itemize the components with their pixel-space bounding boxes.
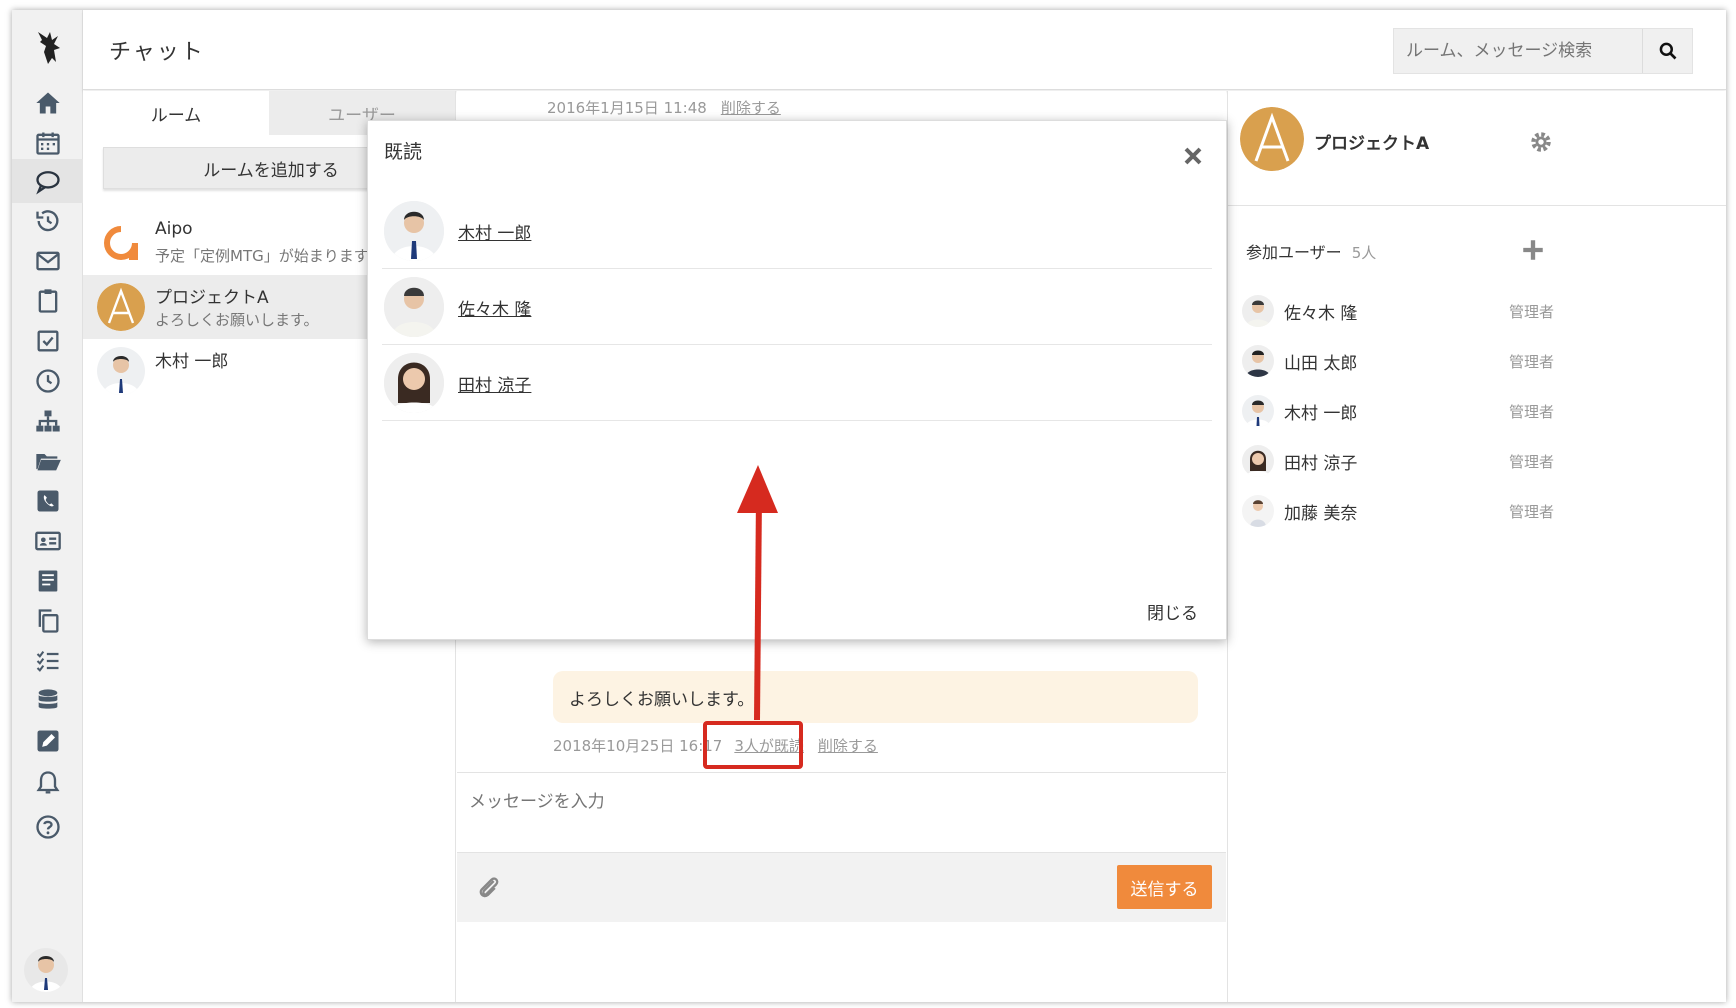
delete-link[interactable]: 削除する — [721, 99, 781, 117]
room-preview: よろしくお願いします。 — [155, 311, 319, 329]
kimura-avatar — [97, 347, 145, 395]
participant-name: 加藤 美奈 — [1284, 504, 1358, 524]
help-icon[interactable] — [30, 812, 66, 842]
participant-row[interactable]: 加藤 美奈 管理者 — [1228, 489, 1568, 539]
participants-heading: 参加ユーザー 5人 — [1246, 239, 1376, 263]
user-avatar — [1242, 295, 1274, 327]
checkbox-icon[interactable] — [30, 326, 66, 356]
participant-role: 管理者 — [1508, 403, 1554, 421]
participants-title: 参加ユーザー — [1246, 243, 1342, 262]
gear-icon[interactable] — [1528, 129, 1554, 155]
bell-icon[interactable] — [30, 768, 66, 798]
reader-row: 佐々木 隆 — [382, 271, 1212, 345]
app-logo[interactable] — [30, 28, 64, 68]
participant-role: 管理者 — [1508, 453, 1554, 471]
participant-name: 山田 太郎 — [1284, 354, 1358, 374]
message-bubble: よろしくお願いします。 — [553, 671, 1198, 723]
clock-icon[interactable] — [30, 366, 66, 396]
icon-rail — [12, 10, 83, 1002]
participant-name: 佐々木 隆 — [1284, 304, 1358, 324]
annotation-highlight-box — [703, 721, 803, 769]
participant-role: 管理者 — [1508, 503, 1554, 521]
search-icon — [1659, 42, 1676, 60]
participant-row[interactable]: 木村 一郎 管理者 — [1228, 389, 1568, 439]
search-input[interactable] — [1394, 29, 1642, 73]
copy-icon[interactable] — [30, 606, 66, 636]
attach-icon[interactable] — [475, 873, 503, 903]
read-receipts-modal: 既読 木村 一郎 佐々木 隆 田村 涼子 閉じる — [367, 120, 1227, 640]
earlier-message-meta: 2016年1月15日 11:48 削除する — [547, 97, 781, 118]
room-name: 木村 一郎 — [155, 352, 229, 372]
database-icon[interactable] — [30, 686, 66, 716]
aipo-logo-icon — [97, 219, 145, 267]
add-participant-icon[interactable] — [1520, 237, 1546, 263]
clipboard-icon[interactable] — [30, 286, 66, 316]
id-card-icon[interactable] — [30, 526, 66, 556]
app-window: チャット ルーム ユーザー ルームを追加する Aipo 予定「定例MTG」が始ま… — [12, 10, 1726, 1002]
notebook-icon[interactable] — [30, 566, 66, 596]
message-input[interactable] — [457, 773, 1157, 833]
message-composer — [457, 772, 1226, 852]
participant-row[interactable]: 佐々木 隆 管理者 — [1228, 289, 1568, 339]
chat-icon[interactable] — [12, 159, 83, 203]
reader-avatar — [384, 353, 444, 413]
user-avatar — [1242, 345, 1274, 377]
message-timestamp: 2018年10月25日 16:17 — [553, 737, 723, 755]
participants-count: 5人 — [1351, 244, 1377, 262]
project-a-avatar — [97, 283, 145, 331]
top-header: チャット — [83, 10, 1726, 90]
modal-close-button[interactable]: 閉じる — [1147, 599, 1198, 624]
project-a-avatar — [1240, 107, 1304, 171]
room-name: Aipo — [155, 219, 193, 239]
calendar-icon[interactable] — [30, 128, 66, 158]
divider — [1228, 205, 1726, 206]
user-avatar — [1242, 495, 1274, 527]
reader-avatar — [384, 277, 444, 337]
delete-link[interactable]: 削除する — [818, 737, 878, 755]
phone-book-icon[interactable] — [30, 486, 66, 516]
room-preview: 予定「定例MTG」が始まります — [155, 247, 369, 265]
room-info-panel: プロジェクトA 参加ユーザー 5人 佐々木 隆 管理者 山田 太郎 管理者 木村 … — [1227, 91, 1726, 1002]
user-avatar — [1242, 445, 1274, 477]
close-icon[interactable] — [1182, 145, 1204, 167]
participant-role: 管理者 — [1508, 303, 1554, 321]
folder-icon[interactable] — [30, 446, 66, 476]
message-timestamp: 2016年1月15日 11:48 — [547, 99, 707, 117]
current-user-avatar[interactable] — [24, 948, 68, 992]
user-avatar — [1242, 395, 1274, 427]
mail-icon[interactable] — [30, 246, 66, 276]
participant-name: 木村 一郎 — [1284, 404, 1358, 424]
composer-toolbar: 送信する — [457, 852, 1226, 922]
modal-title: 既読 — [384, 141, 423, 163]
edit-icon[interactable] — [30, 726, 66, 756]
org-chart-icon[interactable] — [30, 406, 66, 436]
send-button[interactable]: 送信する — [1117, 865, 1212, 909]
reader-name-link[interactable]: 田村 涼子 — [458, 371, 531, 396]
search-box — [1393, 28, 1693, 74]
participant-row[interactable]: 田村 涼子 管理者 — [1228, 439, 1568, 489]
reader-row: 田村 涼子 — [382, 347, 1212, 421]
reader-name-link[interactable]: 佐々木 隆 — [458, 295, 531, 320]
tab-rooms[interactable]: ルーム — [83, 91, 269, 135]
checklist-icon[interactable] — [30, 646, 66, 676]
page-title: チャット — [109, 40, 205, 65]
reader-name-link[interactable]: 木村 一郎 — [458, 219, 531, 244]
participant-name: 田村 涼子 — [1284, 454, 1358, 474]
search-button[interactable] — [1642, 29, 1692, 73]
reader-avatar — [384, 201, 444, 261]
history-icon[interactable] — [30, 206, 66, 236]
room-name: プロジェクトA — [155, 288, 269, 308]
reader-row: 木村 一郎 — [382, 195, 1212, 269]
home-icon[interactable] — [30, 88, 66, 118]
participant-role: 管理者 — [1508, 353, 1554, 371]
participant-row[interactable]: 山田 太郎 管理者 — [1228, 339, 1568, 389]
room-title: プロジェクトA — [1314, 134, 1430, 154]
